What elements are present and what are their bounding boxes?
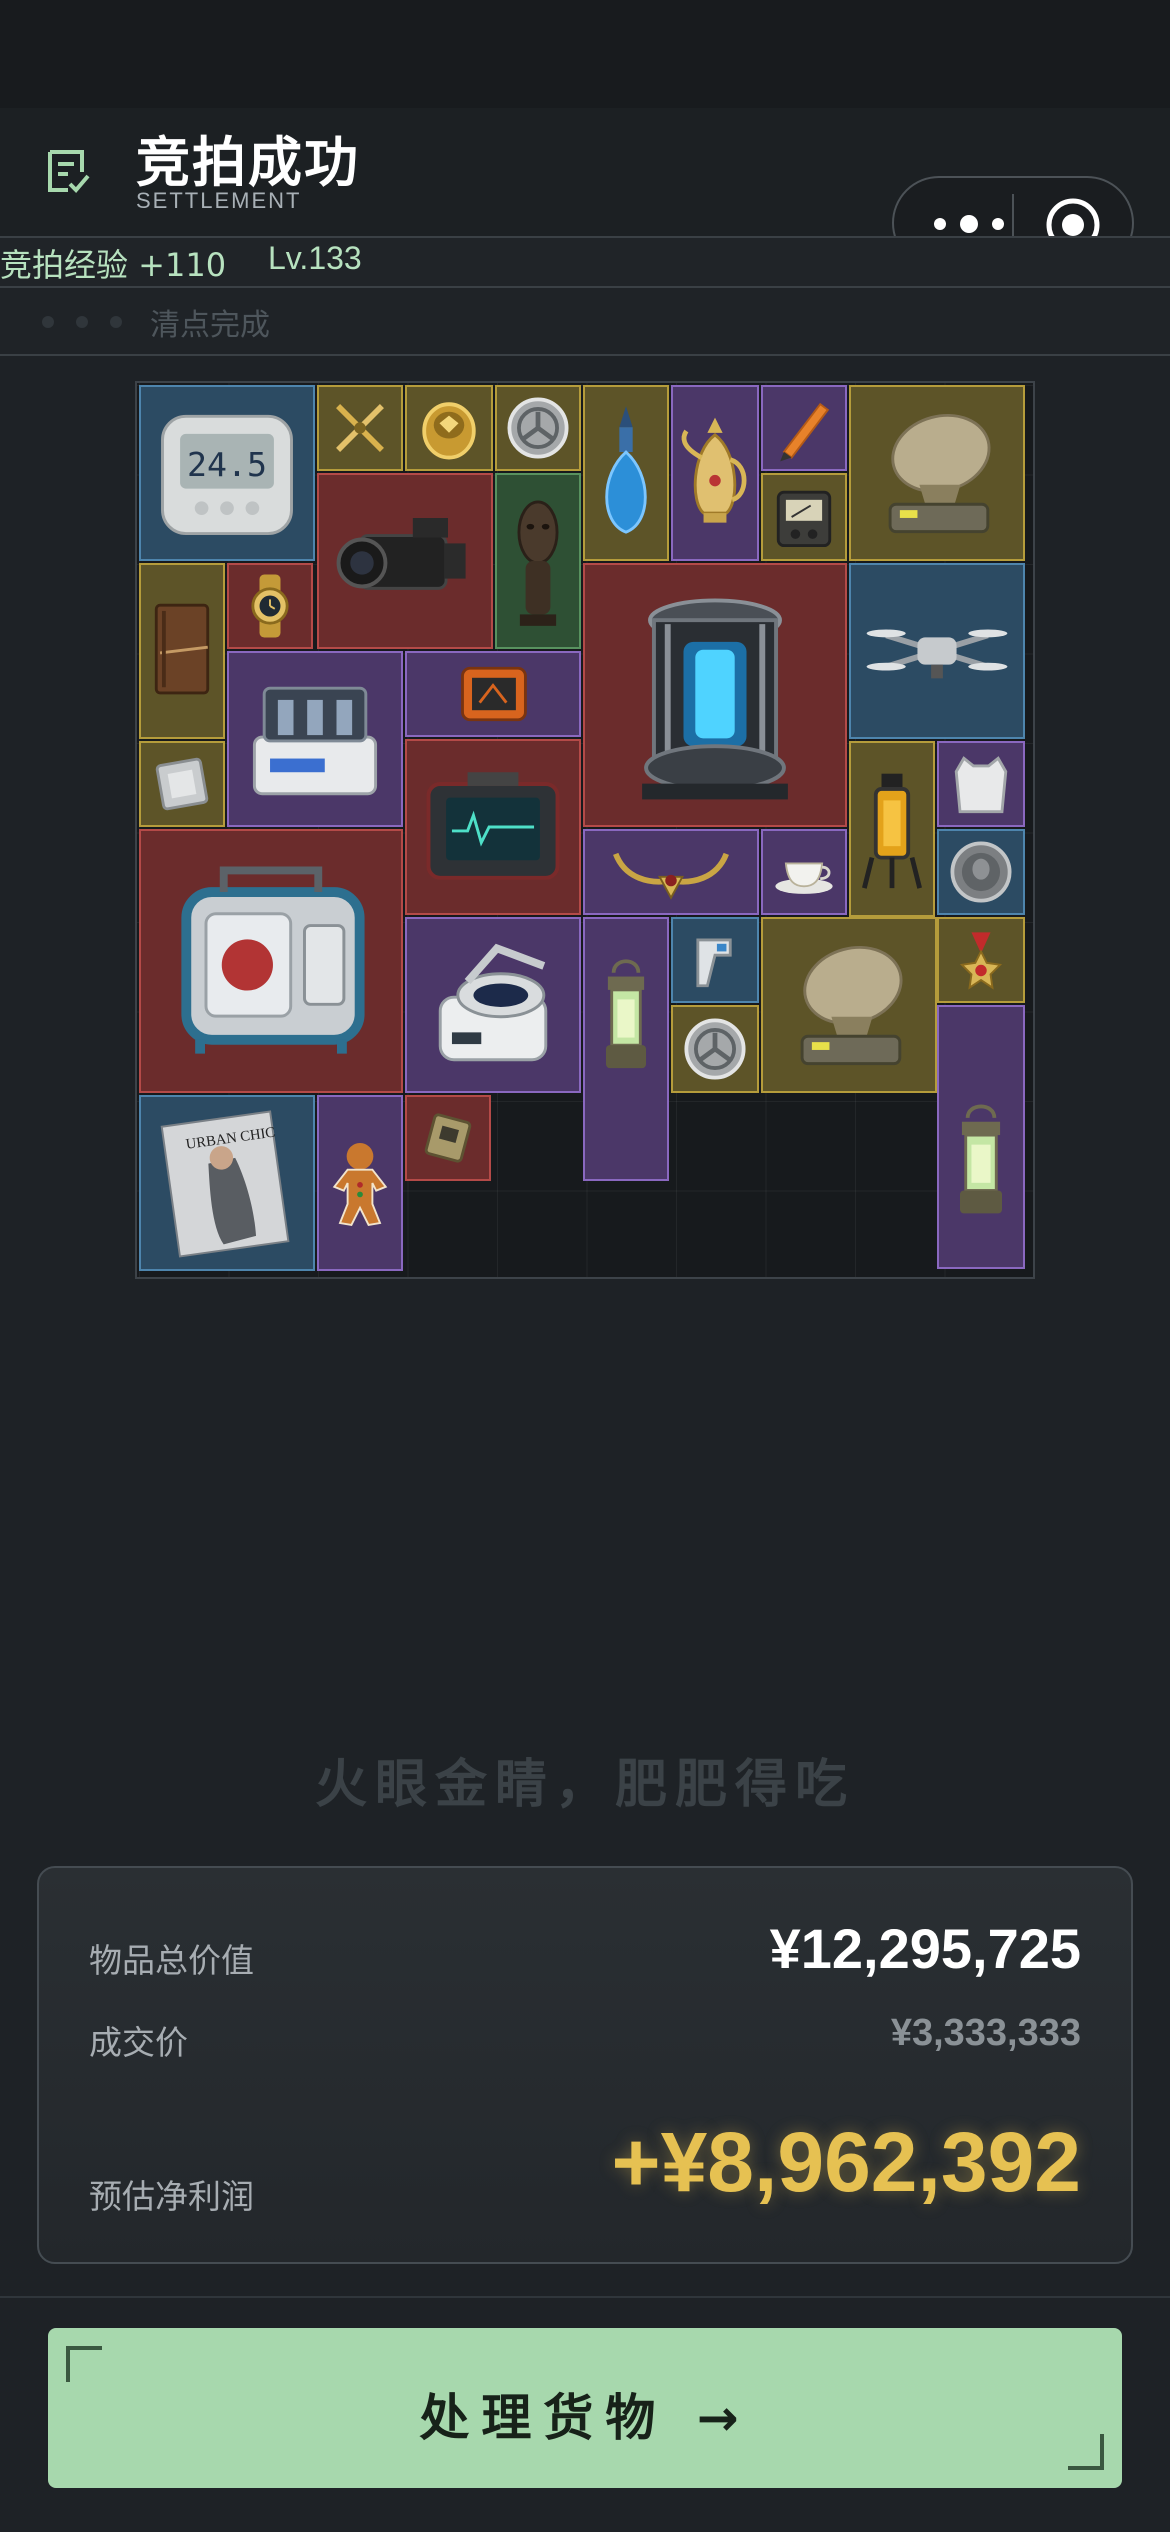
fountain-pen-icon <box>780 402 830 462</box>
centrifuge-icon <box>438 943 548 1062</box>
item-thermometer[interactable]: 24.5 <box>139 385 315 561</box>
gold-ring-icon <box>422 402 476 460</box>
slogan: 火眼金睛，肥肥得吃 <box>314 1755 855 1815</box>
item-camcorder[interactable] <box>317 473 493 649</box>
item-reactor[interactable] <box>583 563 847 827</box>
item-perfume[interactable] <box>583 385 669 561</box>
radar-dish-icon <box>800 945 903 1066</box>
medical-monitor-icon <box>426 772 560 880</box>
emblem-badge-icon <box>684 1018 746 1080</box>
lab-apparatus-icon <box>252 686 378 796</box>
circuit-module-icon <box>424 1113 472 1163</box>
top-safe-area <box>0 0 1170 108</box>
gingerbread-man-icon <box>332 1142 388 1227</box>
page-title: 竞拍成功 <box>136 131 360 194</box>
process-goods-button[interactable]: 处理货物 → <box>48 2328 1122 2488</box>
divider <box>0 2296 1170 2298</box>
inventory-grid: 24.5 URBAN CHIC <box>135 381 1035 1279</box>
camcorder-icon <box>336 518 466 590</box>
total-value-label: 物品总价值 <box>89 1941 254 1980</box>
item-meter[interactable] <box>761 473 847 561</box>
level-badge: Lv.133 <box>268 240 362 276</box>
item-teapot[interactable] <box>671 385 759 561</box>
corner-bracket-decoration <box>1068 2434 1104 2470</box>
item-module[interactable] <box>405 1095 491 1181</box>
radar-dish-icon <box>888 413 991 534</box>
profit-label: 预估净利润 <box>89 2177 254 2216</box>
item-lab-device[interactable] <box>227 651 403 827</box>
item-emblem-2[interactable] <box>671 1005 759 1093</box>
divider <box>0 354 1170 356</box>
item-generator[interactable] <box>139 829 403 1093</box>
item-lantern-2[interactable] <box>937 1005 1025 1269</box>
item-centrifuge[interactable] <box>405 917 581 1093</box>
lantern-icon <box>605 959 647 1069</box>
silver-coin-icon <box>950 841 1012 903</box>
summary-panel: 物品总价值 ¥12,295,725 成交价 ¥3,333,333 预估净利润 +… <box>37 1866 1133 2264</box>
medal-icon <box>959 932 1003 990</box>
leather-journal-icon <box>154 603 210 695</box>
deal-price: ¥3,333,333 <box>890 2012 1081 2054</box>
item-lantern-1[interactable] <box>583 917 669 1181</box>
item-cpu[interactable] <box>139 741 225 827</box>
item-statue[interactable] <box>495 473 581 649</box>
lantern-icon <box>960 1104 1002 1214</box>
item-coin[interactable] <box>937 829 1025 915</box>
digital-thermometer-icon: 24.5 <box>161 414 293 536</box>
cpu-chip-icon <box>155 757 209 811</box>
item-journal[interactable] <box>139 563 225 739</box>
item-monitor[interactable] <box>405 739 581 915</box>
rugged-case-icon <box>461 666 527 722</box>
item-watch[interactable] <box>227 563 313 649</box>
magazine-icon: URBAN CHIC <box>160 1110 290 1258</box>
item-radar-1[interactable] <box>849 385 1025 561</box>
horn-ornament-icon <box>613 852 729 900</box>
item-gingerbread[interactable] <box>317 1095 403 1271</box>
loading-dots-icon <box>42 316 122 328</box>
energy-reactor-icon <box>642 598 788 800</box>
crossed-pens-icon <box>336 404 384 452</box>
tribal-statue-icon <box>517 500 559 626</box>
item-radar-2[interactable] <box>761 917 937 1093</box>
perfume-bottle-icon <box>605 406 647 534</box>
item-orange-case[interactable] <box>405 651 581 737</box>
generator-engine-icon <box>181 866 365 1054</box>
golden-ewer-icon <box>681 417 747 523</box>
ir-thermometer-icon <box>696 938 732 988</box>
body-armor-icon <box>954 756 1008 814</box>
item-vest[interactable] <box>937 741 1025 827</box>
item-magazine[interactable]: URBAN CHIC <box>139 1095 315 1271</box>
item-gold-ring[interactable] <box>405 385 493 471</box>
corner-bracket-decoration <box>66 2346 102 2382</box>
process-goods-label: 处理货物 → <box>419 2389 751 2447</box>
item-ir-thermometer[interactable] <box>671 917 759 1003</box>
item-teacup[interactable] <box>761 829 847 915</box>
document-check-icon <box>48 150 90 193</box>
xp-gain: 竞拍经验 +110 <box>0 246 227 284</box>
teacup-icon <box>775 862 833 894</box>
item-fuel-canister[interactable] <box>849 741 935 917</box>
drone-icon <box>866 629 1008 679</box>
item-pen[interactable] <box>761 385 847 471</box>
status-text: 清点完成 <box>150 308 270 343</box>
svg-text:24.5: 24.5 <box>187 445 267 484</box>
item-emblem-1[interactable] <box>495 385 581 471</box>
emblem-badge-icon <box>507 397 569 459</box>
item-drone[interactable] <box>849 563 1025 739</box>
deal-price-label: 成交价 <box>89 2023 188 2062</box>
item-medal[interactable] <box>937 917 1025 1003</box>
fuel-canister-icon <box>862 773 922 889</box>
total-value: ¥12,295,725 <box>769 1917 1081 1980</box>
page-subtitle: SETTLEMENT <box>136 188 302 213</box>
profit-value: +¥8,962,392 <box>611 2115 1081 2209</box>
analog-meter-icon <box>776 490 832 548</box>
item-crossed-pens[interactable] <box>317 385 403 471</box>
item-horns[interactable] <box>583 829 759 915</box>
gold-watch-icon <box>251 574 289 638</box>
